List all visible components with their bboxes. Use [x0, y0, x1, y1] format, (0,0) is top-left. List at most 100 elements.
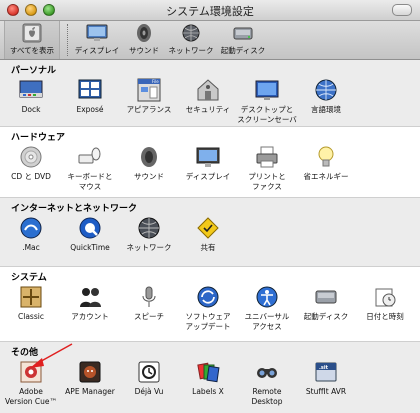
pane-label: QuickTime	[70, 243, 110, 252]
toolbar-startup-disk-label: 起動ディスク	[220, 46, 266, 55]
pane-label: Exposé	[76, 105, 104, 114]
universal-access-icon	[256, 286, 278, 308]
energy-saver-icon	[318, 146, 334, 167]
show-all-label: すべてを表示	[9, 46, 55, 55]
pane-deja-vu[interactable]: Déjà Vu	[118, 360, 180, 413]
pane-label: .Mac	[22, 243, 40, 252]
pane-label: CD と DVD	[11, 172, 51, 181]
remote-desktop-icon	[257, 368, 277, 378]
pane-speech[interactable]: スピーチ	[118, 285, 180, 345]
pane-labels-x[interactable]: Labels X	[177, 360, 239, 413]
pane-label: ソフトウェア アップデート	[185, 312, 231, 331]
pane-label: 日付と時刻	[366, 312, 404, 321]
window-title: システム環境設定	[166, 5, 254, 18]
toolbar-network-button[interactable]: ネットワーク	[166, 21, 216, 59]
pane-label: 共有	[200, 243, 216, 252]
mac-icon	[20, 217, 42, 239]
pane-label: Classic	[18, 312, 44, 321]
pane-cd-dvd[interactable]: CD と DVD	[0, 145, 62, 205]
pane-universal-access[interactable]: ユニバーサル アクセス	[236, 285, 298, 345]
section-system: システム Classic アカウント スピーチ ソフトウェア アップデート ユニ…	[0, 267, 420, 342]
pane-software-update[interactable]: ソフトウェア アップデート	[177, 285, 239, 345]
accounts-icon	[80, 288, 101, 307]
classic-icon	[20, 286, 42, 308]
pane-label: Déjà Vu	[134, 387, 164, 396]
speaker-icon	[137, 24, 151, 42]
pane-display[interactable]: ディスプレイ	[177, 145, 239, 205]
pane-label: セキュリティ	[185, 105, 231, 114]
pane-date-time[interactable]: 日付と時刻	[354, 285, 416, 345]
sound-icon	[141, 147, 157, 167]
labels-x-icon	[197, 362, 220, 383]
pane-label: 省エネルギー	[303, 172, 349, 181]
pane-label: アピアランス	[126, 105, 172, 114]
section-title: インターネットとネットワーク	[11, 204, 138, 214]
display-icon	[196, 147, 220, 167]
startup-disk-icon	[315, 290, 337, 304]
toolbar-network-label: ネットワーク	[168, 46, 214, 55]
show-all-button[interactable]: すべてを表示	[4, 21, 60, 59]
pane-label: APE Manager	[65, 387, 115, 396]
toolbar-startup-disk-button[interactable]: 起動ディスク	[217, 21, 269, 59]
globe-icon	[182, 24, 200, 42]
date-time-icon	[375, 288, 396, 307]
software-update-icon	[197, 286, 219, 308]
security-icon	[197, 79, 219, 101]
section-other: その他 Adobe Version Cue™ APE Manager Déjà …	[0, 342, 420, 413]
pane-label: StuffIt AVR	[305, 387, 347, 396]
network-icon	[138, 217, 160, 239]
red-arrow-icon	[30, 343, 73, 368]
toolbar-display-label: ディスプレイ	[74, 46, 120, 55]
title-bar[interactable]: システム環境設定	[0, 0, 420, 21]
deja-vu-icon	[138, 361, 160, 383]
pane-accounts[interactable]: アカウント	[59, 285, 121, 345]
pane-label: プリントと ファクス	[248, 172, 286, 191]
pane-label: スピーチ	[134, 312, 164, 321]
pane-label: サウンド	[134, 172, 164, 181]
section-title: システム	[11, 273, 47, 283]
pane-label: Dock	[21, 105, 41, 114]
section-personal: パーソナル Dock Exposé File アピアランス セキュリティ デスク…	[0, 60, 420, 127]
pane-label: Labels X	[192, 387, 224, 396]
toolbar-separator	[67, 24, 69, 56]
dock-icon	[19, 80, 43, 98]
print-fax-icon	[256, 146, 278, 168]
appearance-icon: File	[137, 78, 161, 102]
keyboard-mouse-icon	[78, 147, 101, 164]
pane-remote-desktop[interactable]: Remote Desktop	[236, 360, 298, 413]
pane-energy-saver[interactable]: 省エネルギー	[295, 145, 357, 205]
toolbar-toggle-button[interactable]	[392, 4, 412, 16]
pane-sound[interactable]: サウンド	[118, 145, 180, 205]
apple-icon	[22, 23, 42, 43]
svg-text:.sit: .sit	[319, 365, 329, 371]
speech-icon	[142, 286, 156, 307]
pane-label: ネットワーク	[126, 243, 172, 252]
section-internet-network: インターネットとネットワーク .Mac QuickTime ネットワーク 共有	[0, 198, 420, 267]
desktop-screensaver-icon	[255, 80, 279, 100]
section-hardware: ハードウェア CD と DVD キーボードと マウス サウンド ディスプレイ プ…	[0, 127, 420, 198]
ape-manager-icon	[79, 361, 101, 383]
pane-label: デスクトップと スクリーンセーバ	[237, 105, 297, 124]
toolbar-display-button[interactable]: ディスプレイ	[74, 21, 120, 59]
pane-print-fax[interactable]: プリントと ファクス	[236, 145, 298, 205]
pane-startup-disk[interactable]: 起動ディスク	[295, 285, 357, 345]
pane-stuffit-avr[interactable]: .sit StuffIt AVR	[295, 360, 357, 413]
pane-label: ユニバーサル アクセス	[244, 312, 290, 331]
sharing-icon	[197, 217, 219, 239]
pane-label: ディスプレイ	[185, 172, 231, 181]
cd-dvd-icon	[20, 146, 42, 168]
expose-icon	[78, 79, 102, 99]
pane-classic[interactable]: Classic	[0, 285, 62, 345]
pane-label: 言語環境	[311, 105, 341, 114]
pane-label: 起動ディスク	[303, 312, 349, 321]
toolbar-sound-label: サウンド	[129, 46, 159, 55]
pane-keyboard-mouse[interactable]: キーボードと マウス	[59, 145, 121, 205]
pane-label: Adobe Version Cue™	[4, 387, 58, 406]
stuffit-avr-icon: .sit	[315, 362, 337, 382]
quicktime-icon	[79, 217, 101, 239]
pane-label: Remote Desktop	[251, 387, 283, 406]
section-title: ハードウェア	[11, 133, 66, 143]
svg-text:File: File	[152, 79, 159, 84]
toolbar-sound-button[interactable]: サウンド	[122, 21, 166, 59]
section-title: パーソナル	[11, 66, 57, 76]
